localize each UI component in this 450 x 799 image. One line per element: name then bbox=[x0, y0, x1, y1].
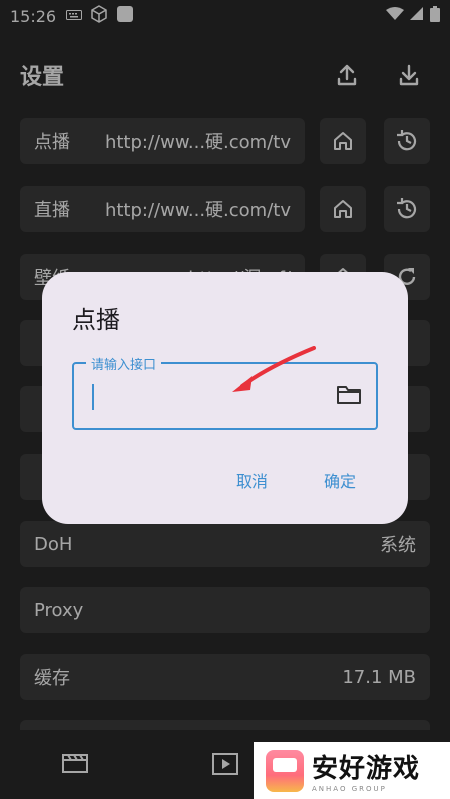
confirm-button[interactable]: 确定 bbox=[324, 468, 356, 492]
dialog-title: 点播 bbox=[72, 306, 120, 334]
input-label: 请输入接口 bbox=[86, 354, 162, 373]
watermark-brand: 安好游戏 bbox=[312, 754, 421, 784]
folder-button[interactable] bbox=[336, 384, 362, 410]
text-caret bbox=[92, 384, 94, 410]
input-dialog: 点播 请输入接口 取消 确定 bbox=[42, 272, 408, 524]
api-input-field[interactable]: 请输入接口 bbox=[72, 354, 378, 430]
annotation-arrow-icon bbox=[232, 346, 316, 392]
cancel-button[interactable]: 取消 bbox=[236, 468, 268, 492]
gamepad-logo-icon bbox=[266, 749, 304, 792]
folder-icon bbox=[337, 386, 361, 404]
watermark-sub: ANHAO GROUP bbox=[312, 785, 387, 793]
watermark-logo: 安好游戏 ANHAO GROUP bbox=[254, 742, 450, 799]
